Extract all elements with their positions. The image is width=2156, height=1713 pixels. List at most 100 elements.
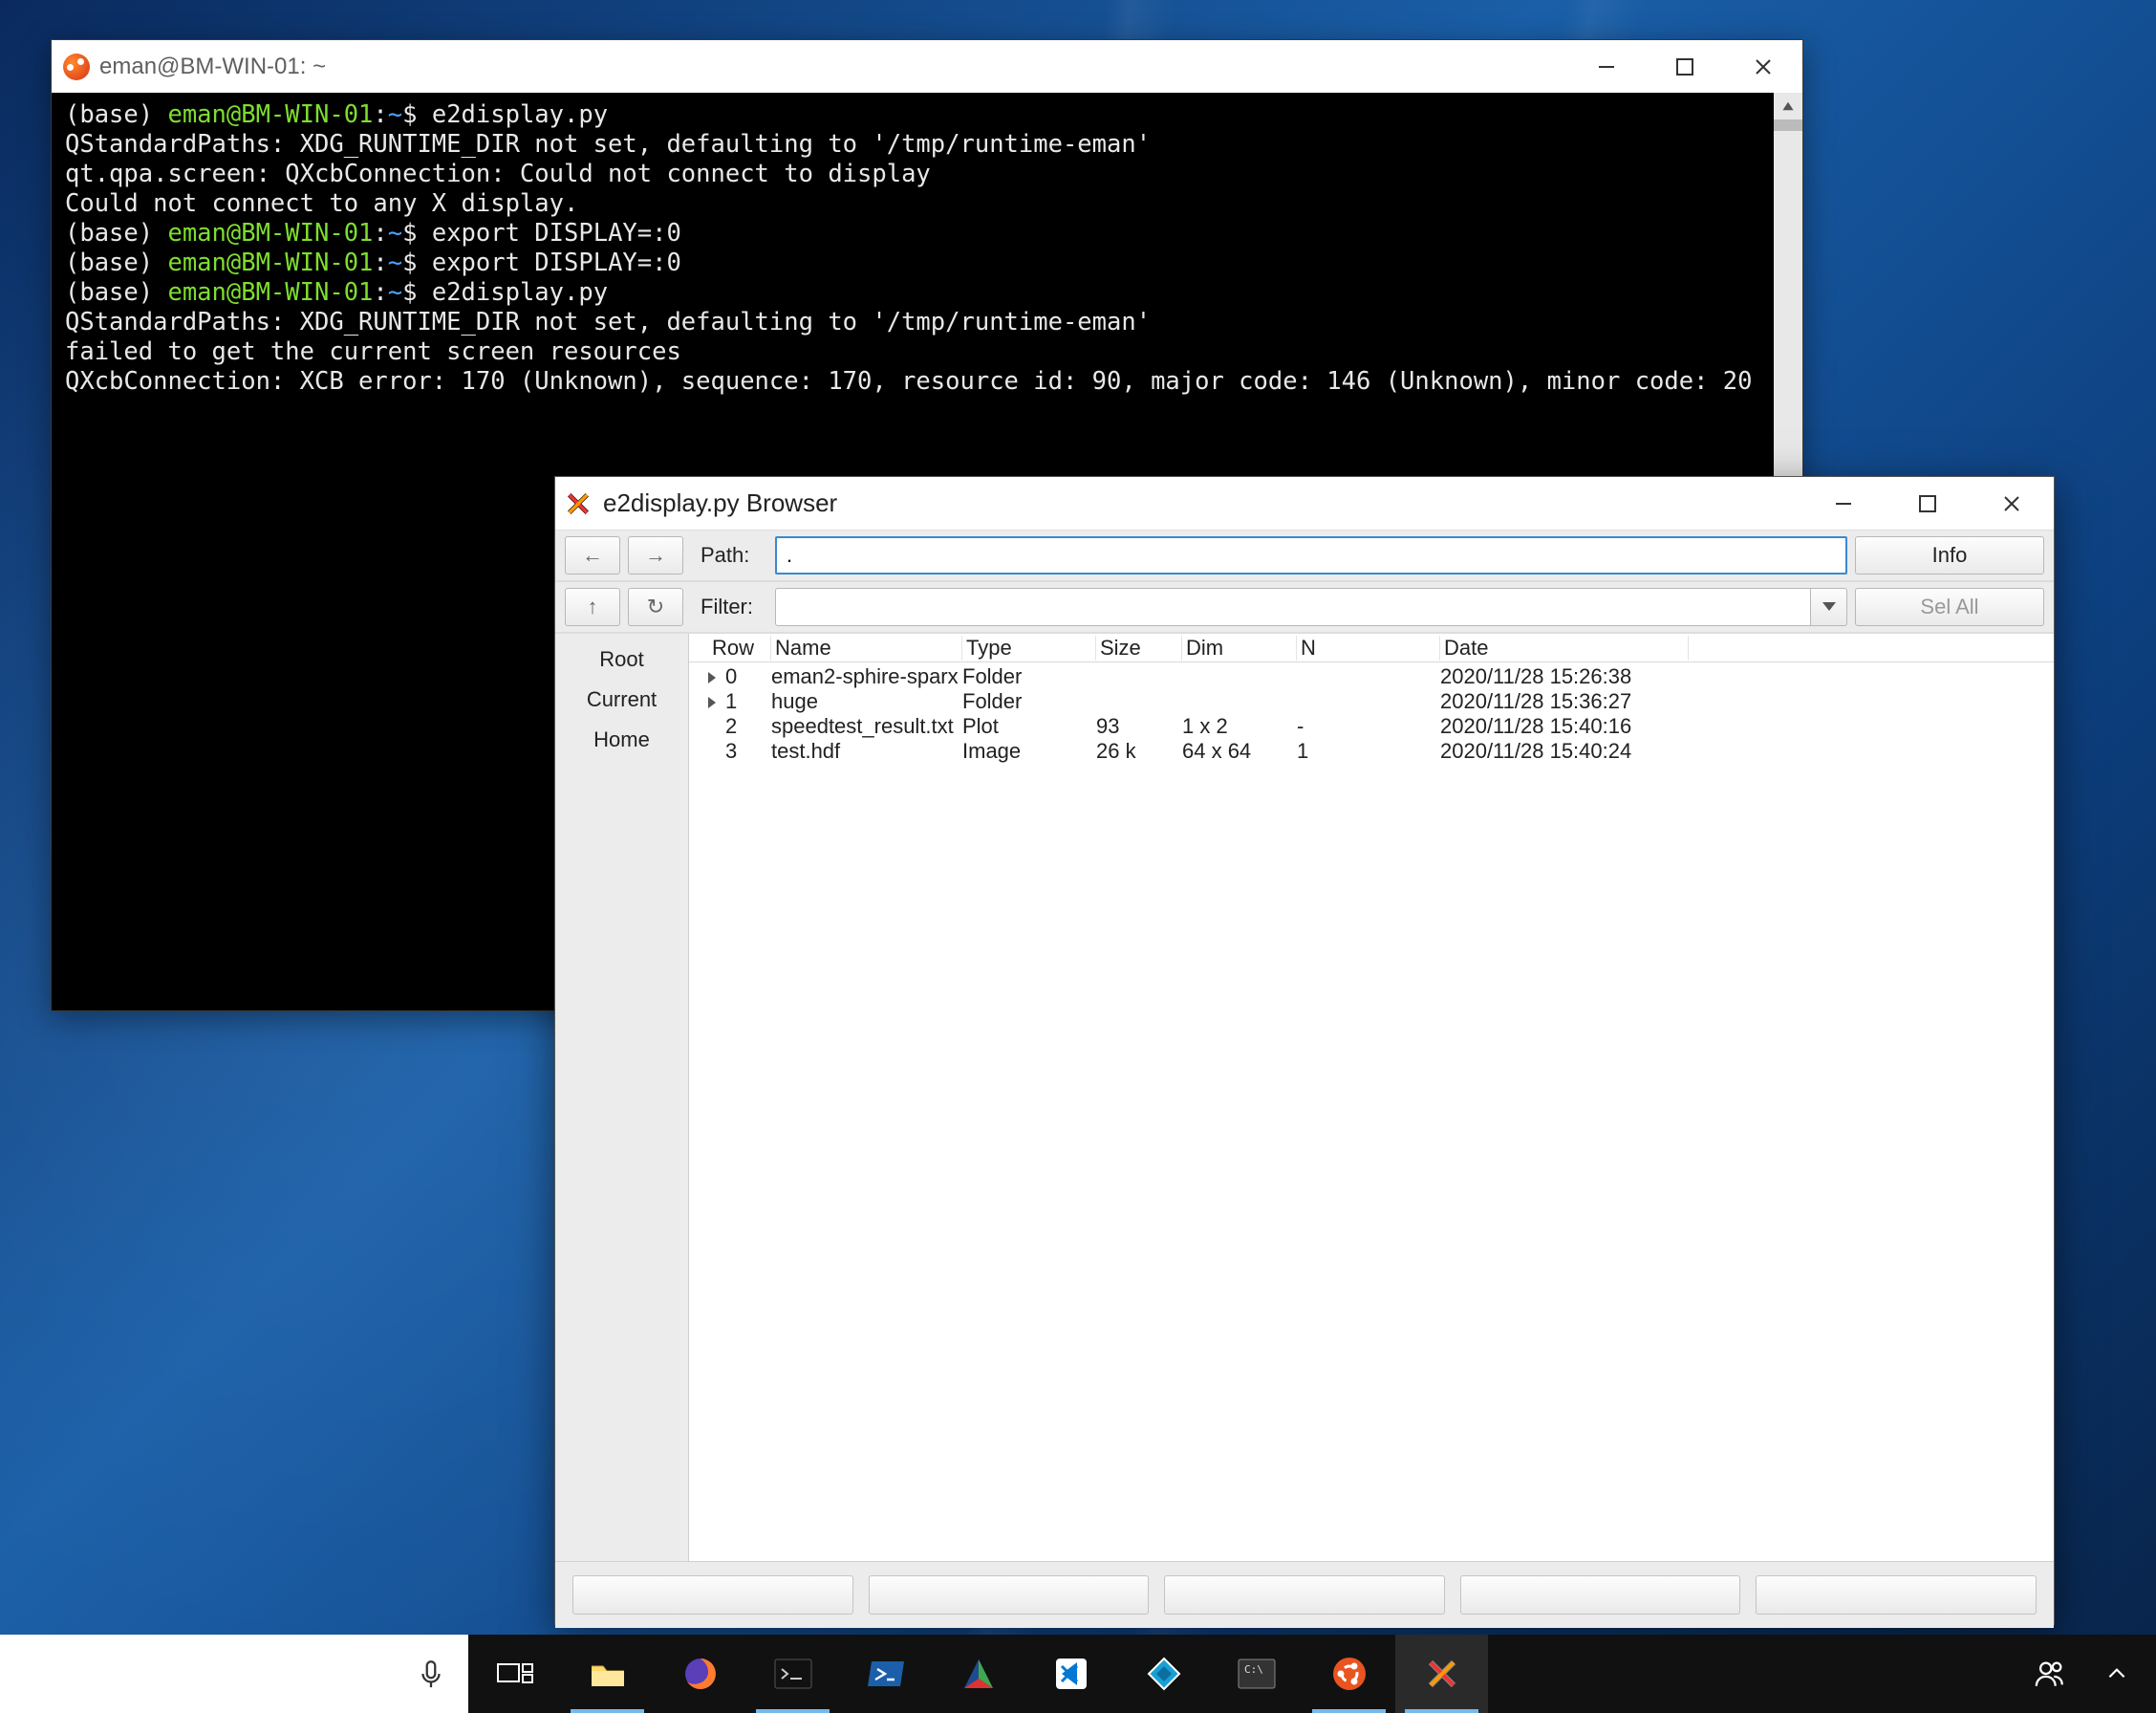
browser-sidebar: Root Current Home [555, 634, 689, 1561]
browser-title: e2display.py Browser [603, 488, 1801, 518]
refresh-button[interactable]: ↻ [628, 588, 683, 626]
scroll-up-icon[interactable] [1774, 93, 1802, 119]
expand-icon[interactable] [708, 697, 716, 708]
nav-back-button[interactable]: ← [565, 536, 620, 575]
minimize-button[interactable] [1567, 40, 1646, 93]
maximize-button[interactable] [1646, 40, 1724, 93]
terminal-icon [773, 1658, 813, 1690]
filter-dropdown-button[interactable] [1811, 588, 1847, 626]
expand-icon[interactable] [708, 672, 716, 683]
taskbar-search-area[interactable] [0, 1635, 468, 1713]
cmd-icon: C:\ [1237, 1658, 1277, 1690]
taskbar[interactable]: C:\ [0, 1635, 2156, 1713]
close-button[interactable] [1724, 40, 1802, 93]
xming-icon [1425, 1657, 1459, 1691]
filter-label: Filter: [701, 595, 762, 619]
sidebar-item-home[interactable]: Home [593, 727, 650, 752]
terminal-title: eman@BM-WIN-01: ~ [99, 54, 1567, 80]
footer-slot[interactable] [869, 1575, 1150, 1615]
table-row[interactable]: 2 speedtest_result.txt Plot 93 1 x 2 - 2… [689, 712, 2054, 737]
sidebar-item-root[interactable]: Root [599, 647, 643, 672]
cell-name: huge [771, 689, 962, 714]
filter-toolbar: ↑ ↻ Filter: Sel All [555, 581, 2054, 633]
chevron-up-icon[interactable] [2104, 1661, 2129, 1686]
browser-footer [555, 1561, 2054, 1628]
cell-date: 2020/11/28 15:26:38 [1440, 664, 1689, 689]
cell-type: Plot [962, 714, 1096, 739]
cell-name: speedtest_result.txt [771, 714, 962, 739]
col-type[interactable]: Type [962, 636, 1096, 661]
cell-size: 26 k [1096, 739, 1182, 764]
file-list: Row Name Type Size Dim N Date 0 eman2-sp… [689, 634, 2054, 1561]
taskbar-taskview[interactable] [468, 1635, 561, 1713]
path-input[interactable] [775, 536, 1847, 575]
table-row[interactable]: 0 eman2-sphire-sparx Folder 2020/11/28 1… [689, 662, 2054, 687]
cell-dim: 1 x 2 [1182, 714, 1297, 739]
sidebar-item-current[interactable]: Current [587, 687, 657, 712]
taskbar-vscode[interactable] [1024, 1635, 1117, 1713]
taskbar-ubuntu[interactable] [1303, 1635, 1395, 1713]
cell-type: Folder [962, 689, 1096, 714]
taskbar-explorer[interactable] [561, 1635, 654, 1713]
cell-date: 2020/11/28 15:36:27 [1440, 689, 1689, 714]
close-button[interactable] [1970, 477, 2054, 530]
col-date[interactable]: Date [1440, 636, 1689, 661]
browser-window: e2display.py Browser ← → Path: Info ↑ ↻ … [554, 476, 2055, 1625]
footer-slot[interactable] [572, 1575, 853, 1615]
col-n[interactable]: N [1297, 636, 1440, 661]
firefox-icon [681, 1655, 720, 1693]
taskbar-sourcetree[interactable] [1117, 1635, 1210, 1713]
footer-slot[interactable] [1756, 1575, 2037, 1615]
ubuntu-icon [1331, 1656, 1368, 1692]
terminal-titlebar[interactable]: eman@BM-WIN-01: ~ [52, 40, 1802, 93]
cell-dim: 64 x 64 [1182, 739, 1297, 764]
footer-slot[interactable] [1460, 1575, 1741, 1615]
microphone-icon[interactable] [415, 1658, 447, 1690]
taskbar-cmake[interactable] [932, 1635, 1024, 1713]
up-button[interactable]: ↑ [565, 588, 620, 626]
cell-date: 2020/11/28 15:40:16 [1440, 714, 1689, 739]
filter-input[interactable] [775, 588, 1811, 626]
folder-icon [588, 1657, 628, 1691]
taskview-icon [496, 1659, 534, 1689]
taskbar-apps: C:\ [468, 1635, 1488, 1713]
taskbar-tray[interactable] [2034, 1658, 2156, 1690]
taskbar-cmd[interactable]: C:\ [1210, 1635, 1303, 1713]
diamond-icon [1145, 1655, 1183, 1693]
svg-text:C:\: C:\ [1244, 1663, 1263, 1676]
col-dim[interactable]: Dim [1182, 636, 1297, 661]
browser-titlebar[interactable]: e2display.py Browser [555, 477, 2054, 530]
table-row[interactable]: 3 test.hdf Image 26 k 64 x 64 1 2020/11/… [689, 737, 2054, 762]
cell-n: 1 [1297, 739, 1440, 764]
path-toolbar: ← → Path: Info [555, 530, 2054, 581]
powershell-icon [866, 1658, 906, 1690]
maximize-button[interactable] [1886, 477, 1970, 530]
ubuntu-icon [63, 54, 90, 80]
cell-name: test.hdf [771, 739, 962, 764]
col-name[interactable]: Name [771, 636, 962, 661]
cell-name: eman2-sphire-sparx [771, 664, 962, 689]
col-size[interactable]: Size [1096, 636, 1182, 661]
minimize-button[interactable] [1801, 477, 1886, 530]
taskbar-xming[interactable] [1395, 1635, 1488, 1713]
taskbar-firefox[interactable] [654, 1635, 746, 1713]
vscode-icon [1052, 1655, 1090, 1693]
path-label: Path: [701, 543, 762, 568]
xming-icon [565, 490, 592, 517]
people-icon[interactable] [2034, 1658, 2066, 1690]
triangle-icon [960, 1656, 997, 1692]
cell-date: 2020/11/28 15:40:24 [1440, 739, 1689, 764]
taskbar-powershell[interactable] [839, 1635, 932, 1713]
info-button[interactable]: Info [1855, 536, 2044, 575]
table-row[interactable]: 1 huge Folder 2020/11/28 15:36:27 [689, 687, 2054, 712]
nav-forward-button[interactable]: → [628, 536, 683, 575]
footer-slot[interactable] [1164, 1575, 1445, 1615]
cell-type: Folder [962, 664, 1096, 689]
col-row[interactable]: Row [708, 636, 771, 661]
select-all-button[interactable]: Sel All [1855, 588, 2044, 626]
file-list-header[interactable]: Row Name Type Size Dim N Date [689, 634, 2054, 662]
cell-type: Image [962, 739, 1096, 764]
cell-size: 93 [1096, 714, 1182, 739]
cell-n: - [1297, 714, 1440, 739]
taskbar-terminal[interactable] [746, 1635, 839, 1713]
